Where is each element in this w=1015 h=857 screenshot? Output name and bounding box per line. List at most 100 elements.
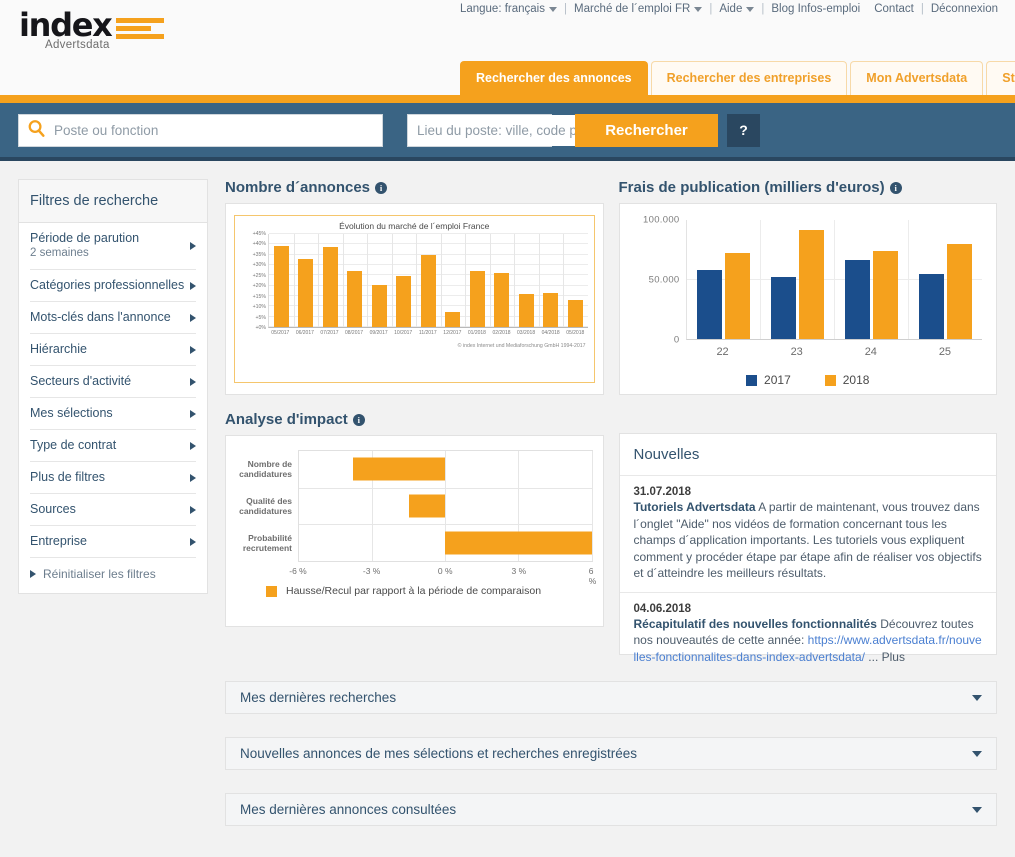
utility-navigation: Langue: français | Marché de l´emploi FR… xyxy=(453,3,1005,15)
utility-nav-link-contact[interactable]: Contact xyxy=(874,3,914,15)
chevron-right-icon xyxy=(190,505,196,514)
chart1-x-tick: 08/2017 xyxy=(344,330,364,336)
chart1-y-tick: +35% xyxy=(252,251,266,258)
chart1-y-tick: +45% xyxy=(252,231,266,237)
reset-filters-label: Réinitialiser les filtres xyxy=(43,567,156,581)
sidebar-item-entreprise[interactable]: Entreprise xyxy=(30,526,196,558)
news-item[interactable]: 31.07.2018 Tutoriels Advertsdata A parti… xyxy=(619,476,996,593)
chart2-bar xyxy=(872,250,898,339)
chart1-bar-cell xyxy=(539,234,564,327)
panel-title-text: Analyse d'impact xyxy=(225,411,348,428)
tab-rechercher-des-annonces[interactable]: Rechercher des annonces xyxy=(460,61,648,95)
utility-nav-item-blog[interactable]: Blog Infos-emploi xyxy=(764,3,867,15)
reset-filters-button[interactable]: Réinitialiser les filtres xyxy=(30,558,196,593)
chart1-bar-cell xyxy=(343,234,368,327)
tab-statistiques[interactable]: Statistiques xyxy=(986,61,1015,95)
sidebar-item-hierarchie[interactable]: Hiérarchie xyxy=(30,334,196,366)
keyword-search-field[interactable] xyxy=(18,113,383,147)
filter-list: Période de parution 2 semaines Catégorie… xyxy=(19,223,207,593)
utility-nav-item-deconnexion[interactable]: Déconnexion xyxy=(924,3,1005,15)
chart1-y-tick: +15% xyxy=(252,293,266,300)
news-date: 31.07.2018 xyxy=(633,486,692,498)
location-search-field[interactable]: + 0 KM xyxy=(407,113,646,147)
chart2-legend-label: 2018 xyxy=(842,373,870,387)
site-logo[interactable]: index Advertsdata xyxy=(19,6,164,51)
accordion-mes-dernieres-recherches[interactable]: Mes dernières recherches xyxy=(225,681,997,714)
utility-nav-link-blog[interactable]: Blog Infos-emploi xyxy=(771,3,860,15)
news-item[interactable]: 04.06.2018 Récapitulatif des nouvelles f… xyxy=(620,593,997,676)
sidebar-item-type-de-contrat[interactable]: Type de contrat xyxy=(30,430,196,462)
utility-nav-link-langue[interactable]: Langue: français xyxy=(460,3,545,15)
chart1-credit: © index Internet und Mediaforschung GmbH… xyxy=(457,343,586,349)
legend-swatch-icon xyxy=(824,374,836,386)
search-input[interactable] xyxy=(52,121,374,139)
utility-nav-link-marche-emploi[interactable]: Marché de l´emploi FR xyxy=(574,3,690,15)
sidebar-item-plus-de-filtres[interactable]: Plus de filtres xyxy=(30,462,196,494)
chart1-bar xyxy=(543,292,559,327)
info-icon[interactable]: i xyxy=(375,181,388,194)
filter-label-text: Catégories professionnelles xyxy=(30,278,185,292)
chart3-plot: Nombre de candidatures Qualité des candid… xyxy=(236,450,593,562)
panel-title-nombre-annonces: Nombre d´annonces i xyxy=(225,179,604,196)
chart1-bar xyxy=(494,273,510,327)
chart1-y-tick: +25% xyxy=(252,272,266,279)
logo-bars-icon xyxy=(115,18,164,39)
chart3-gridline xyxy=(591,451,593,561)
chart3-x-tick: 6 % xyxy=(588,566,597,586)
chevron-right-icon xyxy=(190,409,196,418)
filter-label-text: Secteurs d'activité xyxy=(30,374,132,388)
chart2-legend-label: 2017 xyxy=(764,373,791,387)
chart2-legend: 2017 2018 xyxy=(634,373,983,387)
page-body: Filtres de recherche Période de parution… xyxy=(0,161,1015,664)
sidebar-item-mes-selections[interactable]: Mes sélections xyxy=(30,398,196,430)
utility-nav-link-deconnexion[interactable]: Déconnexion xyxy=(931,3,998,15)
tab-mon-advertsdata[interactable]: Mon Advertsdata xyxy=(850,61,984,95)
chart3-bars xyxy=(298,450,593,562)
chart2-bar xyxy=(724,253,750,339)
chart1-bar xyxy=(445,311,461,327)
chart3-category-label: Nombre de candidatures xyxy=(239,458,292,479)
location-input[interactable] xyxy=(408,114,603,146)
chart1-x-tick: 05/2017 xyxy=(271,330,290,336)
chart1-bar xyxy=(396,276,412,327)
chart1-x-tick: 07/2017 xyxy=(320,330,339,336)
utility-nav-link-aide[interactable]: Aide xyxy=(719,3,742,15)
chart3-legend-label: Hausse/Recul par rapport à la période de… xyxy=(286,585,542,597)
tab-rechercher-des-entreprises[interactable]: Rechercher des entreprises xyxy=(650,61,848,95)
dashboard-main: Nombre d´annonces i Évolution du marché … xyxy=(225,179,998,664)
chart1-bar-cell xyxy=(441,234,466,327)
chart3-category-labels: Nombre de candidatures Qualité des candid… xyxy=(236,450,298,562)
info-icon[interactable]: i xyxy=(889,181,902,194)
chart1-plot: +0% +5% +10% +15% +20% +25% +30% +35% +40% +45% xyxy=(241,231,588,331)
news-date: 04.06.2018 xyxy=(633,602,692,615)
utility-nav-item-contact[interactable]: Contact xyxy=(867,3,921,15)
sidebar-item-sources[interactable]: Sources xyxy=(30,494,196,526)
accordion-nouvelles-annonces[interactable]: Nouvelles annonces de mes sélections et … xyxy=(225,737,997,770)
chart2-y-tick: 100.000 xyxy=(643,214,680,226)
info-icon[interactable]: i xyxy=(352,413,365,426)
filter-label-text: Mots-clés dans l'annonce xyxy=(30,310,171,324)
help-button[interactable]: ? xyxy=(727,113,760,147)
utility-nav-item-marche-emploi[interactable]: Marché de l´emploi FR xyxy=(567,3,709,15)
chart3-bar xyxy=(408,494,446,518)
news-body: Récapitulatif des nouvelles fonctionnali… xyxy=(634,616,983,666)
chart1-bar-cell xyxy=(465,234,490,327)
chart2-y-tick: 50.000 xyxy=(648,274,680,286)
sidebar-item-mots-cles[interactable]: Mots-clés dans l'annonce xyxy=(30,302,196,334)
search-button[interactable]: Rechercher xyxy=(575,113,718,147)
chart1-inner: Évolution du marché de l´emploi France +… xyxy=(234,215,595,383)
chevron-down-icon xyxy=(694,6,703,12)
chart1-bar-cell xyxy=(416,234,441,327)
sidebar-item-secteurs-activite[interactable]: Secteurs d'activité xyxy=(30,366,196,398)
logo-wordmark: index xyxy=(19,6,113,44)
sidebar-item-periode-de-parution[interactable]: Période de parution 2 semaines xyxy=(30,223,196,270)
utility-nav-item-aide[interactable]: Aide xyxy=(712,3,761,15)
chart3-legend: Hausse/Recul par rapport à la période de… xyxy=(236,585,593,597)
accent-strip xyxy=(0,95,1015,103)
accordion-dernieres-annonces-consultees[interactable]: Mes dernières annonces consultées xyxy=(225,793,997,826)
chart-frais-publication: 0 50.000 100.000 22 23 24 25 2017 2018 xyxy=(618,203,997,395)
utility-nav-item-langue[interactable]: Langue: français xyxy=(453,3,564,15)
chevron-down-icon xyxy=(549,6,557,12)
sidebar-item-categories-professionnelles[interactable]: Catégories professionnelles xyxy=(30,270,196,302)
